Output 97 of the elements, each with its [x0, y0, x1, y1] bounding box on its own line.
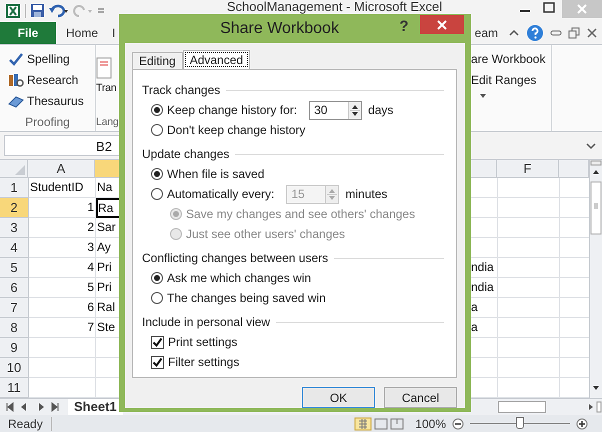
spelling-button[interactable]: Spelling [8, 50, 95, 68]
checkmark-icon [8, 52, 24, 66]
excel-logo-icon [5, 2, 21, 19]
row-header[interactable]: 8 [0, 318, 29, 338]
option-label: Save my changes and see others' changes [186, 207, 416, 221]
group-label: Proofing [24, 114, 71, 132]
table-cell: 5 [29, 278, 96, 298]
restore-icon[interactable] [568, 26, 580, 39]
zoom-in-icon[interactable] [576, 418, 588, 430]
caret-icon[interactable] [479, 92, 487, 99]
section-title: Track changes [142, 83, 220, 97]
row-header[interactable]: 11 [0, 378, 29, 398]
radio-button[interactable] [151, 292, 163, 304]
option-label: Don't keep change history [167, 123, 306, 137]
table-cell: 1 [29, 198, 96, 218]
empty-cell [498, 358, 560, 378]
empty-cell [498, 178, 560, 198]
zoom-slider[interactable] [516, 417, 524, 430]
share-workbook-button[interactable]: are Workbook [471, 50, 551, 68]
row-header[interactable]: 1 [0, 178, 29, 198]
empty-cell [498, 278, 560, 298]
expand-icon[interactable] [586, 142, 596, 150]
ribbon-tab[interactable]: I [108, 26, 120, 40]
empty-cell [498, 318, 560, 338]
document-icon [96, 56, 112, 79]
empty-cell [498, 218, 560, 238]
scroll-right-icon[interactable] [586, 401, 602, 414]
close-button[interactable] [420, 15, 464, 34]
row-header[interactable]: 5 [0, 258, 29, 278]
zoom-out-icon[interactable] [452, 418, 464, 430]
help-button[interactable]: ? [394, 18, 414, 35]
row-header[interactable]: 10 [0, 358, 29, 378]
ribbon-tab[interactable]: Home [62, 26, 102, 40]
ribbon-tab[interactable]: eam [470, 26, 502, 40]
book-icon [8, 94, 24, 108]
table-cell: 2 [29, 218, 96, 238]
table-cell: StudentID [29, 178, 96, 198]
option-label: Just see other users' changes [186, 227, 346, 241]
empty-cell [498, 238, 560, 258]
sheet-tab[interactable]: Sheet1 [68, 399, 123, 416]
triangle-icon [15, 165, 25, 176]
column-header[interactable]: A [28, 160, 95, 178]
empty-cell [498, 258, 560, 278]
dialog-tab[interactable]: Editing [132, 52, 183, 69]
zoom-level[interactable]: 100% [415, 416, 446, 431]
empty-cell [498, 198, 560, 218]
table-cell: 7 [29, 318, 96, 338]
radio-button[interactable] [151, 188, 163, 200]
dialog-tab[interactable]: Advanced [182, 50, 250, 69]
books-icon [8, 73, 24, 88]
close-icon[interactable] [586, 26, 598, 39]
number-spinner[interactable]: 30 [309, 100, 362, 120]
sheet-navigation-icon[interactable] [4, 401, 60, 414]
table-cell: 4 [29, 258, 96, 278]
option-label: Filter settings [168, 355, 240, 369]
minimize-icon[interactable] [550, 28, 562, 38]
empty-cell [498, 338, 560, 358]
table-cell: 3 [29, 238, 96, 258]
radio-button[interactable] [151, 168, 163, 180]
row-header[interactable]: 6 [0, 278, 29, 298]
window-title: SchoolManagement - Microsoft Excel [226, 0, 444, 14]
option-label: Automatically every: [167, 187, 274, 201]
checkbox[interactable] [151, 356, 164, 368]
option-label: When file is saved [167, 167, 264, 181]
dialog-button[interactable]: Cancel [384, 387, 457, 408]
unit-label: days [368, 103, 394, 117]
redo-icon [73, 3, 93, 18]
empty-cell [498, 298, 560, 318]
edit-ranges-button[interactable]: Edit Ranges [471, 72, 551, 89]
help-icon[interactable] [526, 24, 544, 42]
undo-icon[interactable] [49, 3, 69, 18]
radio-button[interactable] [151, 272, 163, 284]
status-text: Ready [0, 416, 52, 431]
column-header[interactable]: F [497, 160, 559, 178]
row-header[interactable]: 4 [0, 238, 29, 258]
unit-label: minutes [345, 187, 388, 201]
radio-button[interactable] [151, 124, 163, 136]
row-header[interactable]: 2 [0, 198, 29, 218]
section-title: Update changes [142, 147, 230, 161]
dialog-title: Share Workbook [219, 19, 340, 39]
scroll-thumb[interactable] [498, 401, 546, 414]
row-header[interactable]: 9 [0, 338, 29, 358]
radio-button[interactable] [151, 104, 163, 116]
table-cell: 6 [29, 298, 96, 318]
research-button[interactable]: Research [8, 72, 95, 89]
collapse-ribbon-icon[interactable] [508, 28, 520, 38]
close-icon [437, 20, 447, 30]
thesaurus-button[interactable]: Thesaurus [8, 92, 95, 110]
save-icon[interactable] [30, 3, 45, 18]
option-label: Keep change history for: [167, 103, 298, 117]
checkbox[interactable] [151, 336, 164, 348]
dialog-button[interactable]: OK [302, 387, 375, 408]
file-tab[interactable]: File [0, 22, 56, 44]
vertical-scrollbar[interactable] [589, 160, 602, 398]
group-label: Lang [96, 115, 120, 130]
row-header[interactable]: 7 [0, 298, 29, 318]
row-header[interactable]: 3 [0, 218, 29, 238]
